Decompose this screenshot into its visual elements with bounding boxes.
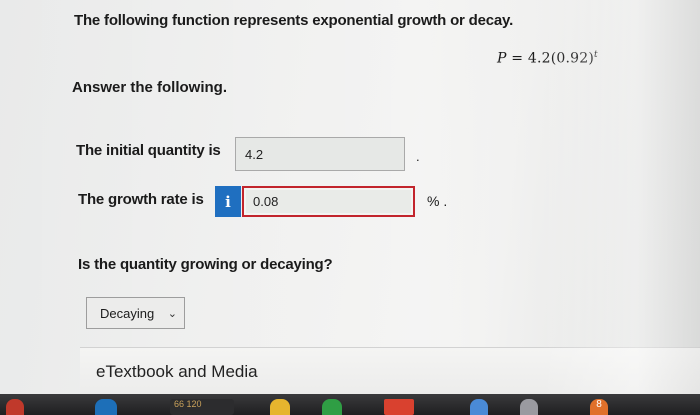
equation-lhs: P (497, 50, 507, 67)
growth-rate-value: 0.08 (253, 194, 279, 209)
taskbar-app-icon[interactable] (384, 399, 414, 415)
growth-rate-label: The growth rate is (78, 191, 204, 208)
equation: P = 4.2(0.92)t (497, 50, 598, 67)
growth-rate-suffix: % . (427, 193, 448, 209)
taskbar-app-icon[interactable] (95, 399, 117, 415)
grow-decay-question: Is the quantity growing or decaying? (78, 256, 333, 273)
growth-rate-input[interactable]: 0.08 (242, 186, 415, 217)
chevron-down-icon: ⌄ (167, 308, 177, 320)
initial-quantity-suffix: . (416, 149, 420, 164)
info-icon[interactable]: i (215, 186, 241, 217)
taskbar-app-icon[interactable] (270, 399, 290, 415)
question-prompt: The following function represents expone… (74, 12, 514, 29)
grow-decay-selected: Decaying (100, 305, 155, 321)
taskbar: 66 120 8 (0, 394, 700, 415)
taskbar-app-icon[interactable] (322, 399, 342, 415)
taskbar-app-icon[interactable]: 8 (590, 399, 608, 415)
taskbar-app-icon[interactable] (6, 399, 24, 415)
initial-quantity-label: The initial quantity is (76, 142, 221, 159)
etextbook-section[interactable]: eTextbook and Media (80, 347, 700, 395)
taskbar-app-icon[interactable] (520, 399, 538, 415)
taskbar-app-icon[interactable]: 66 120 (170, 399, 234, 415)
equation-exponent: t (594, 50, 598, 60)
grow-decay-select[interactable]: Decaying ⌄ (86, 297, 185, 329)
etextbook-label: eTextbook and Media (96, 362, 258, 381)
equation-equals: = (506, 50, 528, 67)
equation-rhs: 4.2(0.92) (527, 50, 595, 67)
instruction-text: Answer the following. (72, 79, 228, 96)
initial-quantity-value: 4.2 (245, 146, 264, 162)
initial-quantity-input[interactable]: 4.2 (235, 137, 405, 171)
taskbar-app-icon[interactable] (470, 399, 488, 415)
